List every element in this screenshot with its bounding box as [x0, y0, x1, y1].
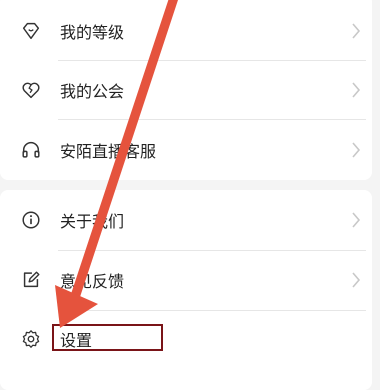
diamond-heart-icon: [22, 22, 40, 40]
chevron-right-icon: [352, 272, 361, 288]
menu-item-label: 关于我们: [60, 212, 125, 231]
divider: [58, 119, 366, 120]
menu-item-customer-service[interactable]: 安陌直播客服: [0, 121, 372, 179]
menu-item-label: 安陌直播客服: [60, 142, 157, 161]
chevron-right-icon: [352, 82, 361, 98]
menu-item-my-level[interactable]: 我的等级: [0, 2, 372, 60]
gear-icon: [22, 330, 40, 348]
broken-heart-icon: [22, 82, 40, 99]
menu-item-label: 我的公会: [60, 82, 125, 101]
menu-item-label: 意见反馈: [60, 272, 125, 291]
highlight-box: [52, 324, 163, 351]
menu-item-feedback[interactable]: 意见反馈: [0, 251, 372, 309]
menu-item-my-guild[interactable]: 我的公会: [0, 61, 372, 119]
info-icon: [22, 211, 40, 229]
chevron-right-icon: [352, 23, 361, 39]
chevron-right-icon: [352, 142, 361, 158]
chevron-right-icon: [352, 212, 361, 228]
edit-icon: [23, 271, 40, 288]
headphones-icon: [22, 142, 40, 158]
menu-item-about-us[interactable]: 关于我们: [0, 191, 372, 249]
menu-item-label: 我的等级: [60, 23, 125, 42]
